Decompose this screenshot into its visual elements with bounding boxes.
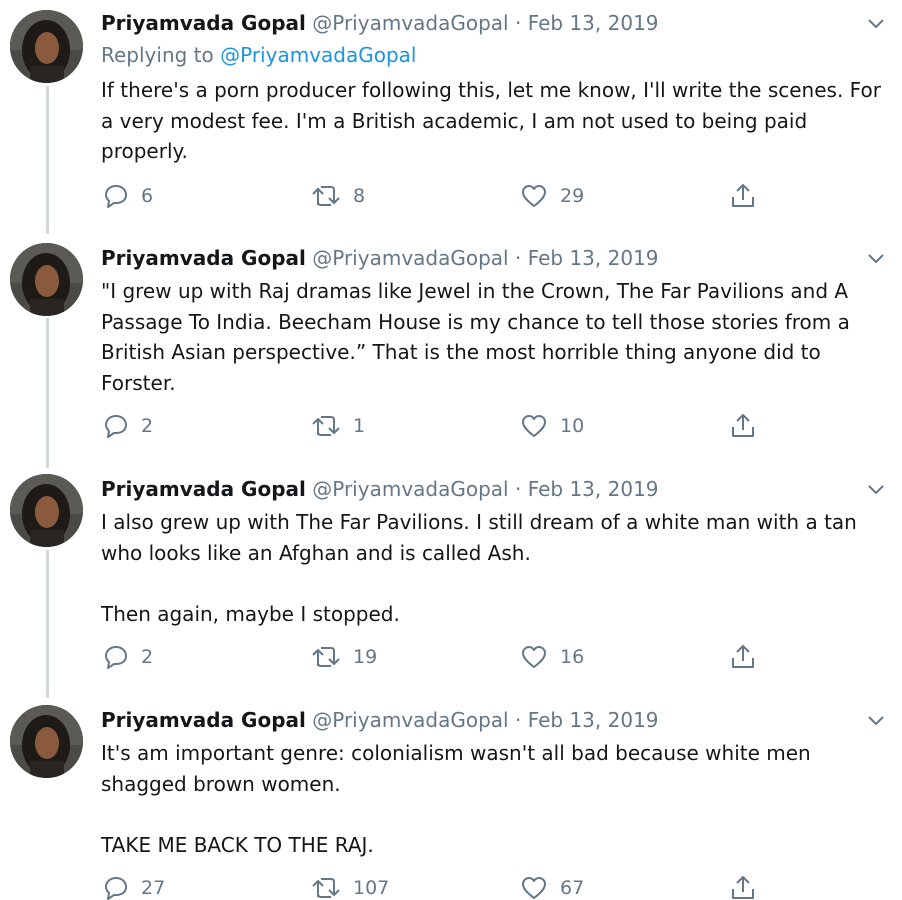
reply-count: 2 (141, 415, 154, 437)
tweet[interactable]: Priyamvada Gopal @PriyamvadaGopal · Feb … (0, 474, 902, 699)
replying-to-label: Replying to (101, 43, 214, 67)
tweet-date[interactable]: Feb 13, 2019 (528, 708, 659, 732)
like-count: 16 (560, 646, 585, 668)
retweet-count: 107 (353, 877, 390, 899)
share-button[interactable] (730, 642, 756, 672)
author-handle[interactable]: @PriyamvadaGopal (312, 11, 508, 35)
share-icon (732, 645, 754, 668)
heart-icon (522, 185, 546, 207)
tweet-date[interactable]: Feb 13, 2019 (528, 246, 659, 270)
author-handle[interactable]: @PriyamvadaGopal (312, 708, 508, 732)
avatar[interactable] (10, 705, 83, 778)
avatar[interactable] (10, 243, 83, 316)
retweet-icon (312, 647, 340, 667)
avatar-image (10, 705, 83, 778)
like-button[interactable]: 67 (520, 873, 584, 900)
tweet-header: Priyamvada Gopal @PriyamvadaGopal · Feb … (101, 243, 659, 273)
heart-icon (522, 877, 546, 899)
reply-icon (105, 185, 127, 208)
author-name[interactable]: Priyamvada Gopal (101, 708, 306, 732)
avatar[interactable] (10, 10, 83, 83)
author-name[interactable]: Priyamvada Gopal (101, 477, 306, 501)
tweet-header: Priyamvada Gopal @PriyamvadaGopal · Feb … (101, 474, 659, 504)
chevron-down-icon[interactable] (866, 16, 886, 32)
tweet[interactable]: Priyamvada Gopal @PriyamvadaGopal · Feb … (0, 705, 902, 900)
retweet-button[interactable]: 107 (311, 873, 389, 900)
author-name[interactable]: Priyamvada Gopal (101, 246, 306, 270)
tweet-text: I also grew up with The Far Pavilions. I… (101, 510, 857, 626)
like-count: 10 (560, 415, 585, 437)
reply-count: 6 (141, 185, 154, 207)
share-button[interactable] (730, 411, 756, 441)
tweet-date[interactable]: Feb 13, 2019 (528, 11, 659, 35)
author-handle[interactable]: @PriyamvadaGopal (312, 477, 508, 501)
tweet-actions: 2 1 10 (0, 411, 902, 441)
chevron-down-icon[interactable] (866, 713, 886, 729)
retweet-button[interactable]: 1 (311, 411, 365, 441)
separator: · (514, 246, 522, 270)
tweet-text: If there's a porn producer following thi… (101, 78, 881, 163)
avatar-image (10, 243, 83, 316)
retweet-count: 8 (353, 185, 366, 207)
reply-button[interactable]: 27 (103, 873, 165, 900)
retweet-icon (312, 416, 340, 436)
avatar[interactable] (10, 474, 83, 547)
like-button[interactable]: 10 (520, 411, 584, 441)
heart-icon (522, 415, 546, 437)
like-count: 67 (560, 877, 585, 899)
separator: · (514, 477, 522, 501)
reply-icon (105, 646, 127, 669)
reply-button[interactable]: 6 (103, 181, 153, 211)
retweet-button[interactable]: 19 (311, 642, 377, 672)
tweet-header: Priyamvada Gopal @PriyamvadaGopal · Feb … (101, 705, 659, 735)
tweet-header: Priyamvada Gopal @PriyamvadaGopal · Feb … (101, 8, 659, 38)
retweet-count: 19 (353, 646, 378, 668)
heart-icon (522, 646, 546, 668)
share-button[interactable] (730, 873, 756, 900)
reply-count: 27 (141, 877, 166, 899)
author-handle[interactable]: @PriyamvadaGopal (312, 246, 508, 270)
share-icon (732, 876, 754, 899)
avatar-image (10, 474, 83, 547)
reply-icon (105, 415, 127, 438)
chevron-down-icon[interactable] (866, 251, 886, 267)
like-button[interactable]: 29 (520, 181, 584, 211)
replying-to: Replying to @PriyamvadaGopal (101, 40, 416, 70)
reply-count: 2 (141, 646, 154, 668)
tweet[interactable]: Priyamvada Gopal @PriyamvadaGopal · Feb … (0, 8, 902, 233)
reply-button[interactable]: 2 (103, 642, 153, 672)
author-name[interactable]: Priyamvada Gopal (101, 11, 306, 35)
separator: · (514, 11, 522, 35)
retweet-count: 1 (353, 415, 366, 437)
chevron-down-icon[interactable] (866, 482, 886, 498)
reply-button[interactable]: 2 (103, 411, 153, 441)
share-icon (732, 414, 754, 437)
like-count: 29 (560, 185, 585, 207)
replying-to-handle[interactable]: @PriyamvadaGopal (220, 43, 416, 67)
retweet-icon (312, 186, 340, 206)
tweet-text: "I grew up with Raj dramas like Jewel in… (101, 279, 850, 395)
tweet[interactable]: Priyamvada Gopal @PriyamvadaGopal · Feb … (0, 243, 902, 468)
retweet-icon (312, 878, 340, 898)
avatar-image (10, 10, 83, 83)
retweet-button[interactable]: 8 (311, 181, 365, 211)
tweet-actions: 6 8 29 (0, 181, 902, 211)
tweet-actions: 27 107 67 (0, 873, 902, 900)
share-icon (732, 184, 754, 207)
share-button[interactable] (730, 181, 756, 211)
tweet-actions: 2 19 16 (0, 642, 902, 672)
tweet-text: It's am important genre: colonialism was… (101, 741, 811, 857)
separator: · (514, 708, 522, 732)
like-button[interactable]: 16 (520, 642, 584, 672)
tweet-date[interactable]: Feb 13, 2019 (528, 477, 659, 501)
tweet-thread: Priyamvada Gopal @PriyamvadaGopal · Feb … (0, 0, 902, 900)
reply-icon (105, 877, 127, 900)
